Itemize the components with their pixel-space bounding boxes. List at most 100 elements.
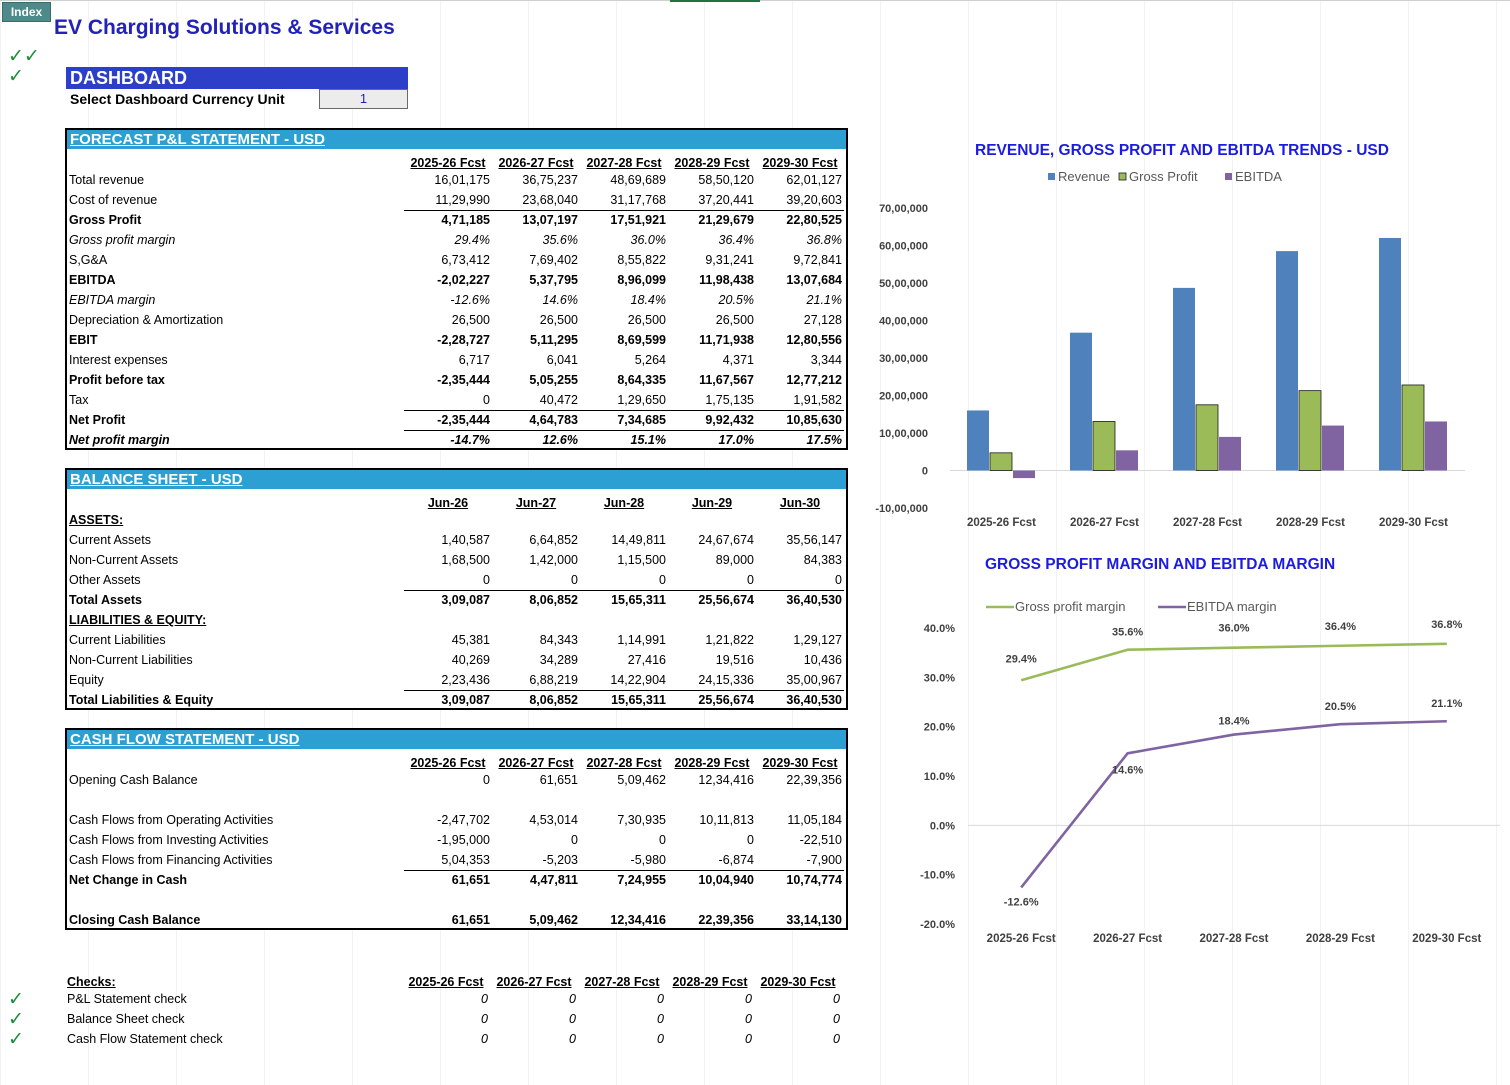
bar-revenue	[1070, 332, 1092, 471]
pl-cell: 27,128	[803, 313, 842, 327]
pl-cell: 11,71,938	[699, 333, 754, 347]
line-chart-x-tick: 2025-26 Fcst	[987, 933, 1056, 945]
checkmark-icon: ✓	[8, 66, 24, 87]
legend-swatch	[1048, 173, 1055, 180]
bs-cell	[668, 510, 756, 530]
bs-row-label: Total Assets	[69, 593, 142, 607]
cf-row-label: Opening Cash Balance	[69, 773, 198, 787]
bs-cell	[404, 510, 492, 530]
line-chart-y-tick: -10.0%	[920, 870, 955, 882]
pl-row-label: Profit before tax	[69, 373, 165, 387]
cf-row-label: Net Change in Cash	[69, 873, 188, 887]
cf-column-header: 2028-29 Fcst	[674, 756, 750, 770]
data-label: 35.6%	[1112, 627, 1143, 639]
checks-cell: 0	[745, 1032, 752, 1046]
bar-gross-profit	[1195, 404, 1219, 471]
pl-cell: 3,344	[810, 353, 842, 367]
bs-cell	[668, 610, 756, 630]
cf-cell: -6,874	[718, 852, 754, 867]
bs-header-label	[67, 489, 404, 510]
pl-cell: 26,500	[451, 313, 490, 327]
bs-row-label: Non-Current Liabilities	[69, 653, 193, 667]
pl-statement-section: FORECAST P&L STATEMENT - USD 2025-26 Fcs…	[65, 128, 848, 450]
cf-cell: 0	[483, 773, 490, 787]
pl-cell: 5,264	[634, 353, 666, 367]
bs-cell: 35,00,967	[786, 672, 842, 687]
pl-cell: -12.6%	[450, 293, 490, 307]
pl-cell: 18.4%	[630, 293, 666, 307]
cf-row-label: Cash Flows from Investing Activities	[69, 833, 269, 847]
index-button[interactable]: Index	[2, 2, 51, 22]
cf-cell: 10,04,940	[668, 869, 756, 890]
bs-row: Current Assets 1,40,587 6,64,852 14,49,811 2…	[67, 530, 844, 550]
pl-cell: 22,80,525	[756, 209, 844, 230]
bs-cell: 36,40,530	[756, 689, 844, 710]
bs-cell: 35,56,147	[786, 533, 842, 547]
bar-chart: -10,00,000 0 10,00,000 20,00,000 30,00,000 40…	[875, 169, 1465, 529]
cf-cell	[580, 790, 668, 810]
pl-cell: 26,500	[539, 313, 578, 327]
line-gross-profit-margin	[1020, 642, 1447, 682]
bar-chart-y-tick: 20,00,000	[879, 391, 928, 403]
bs-column-header: Jun-27	[515, 496, 557, 510]
currency-unit-input[interactable]: 1	[319, 89, 408, 109]
pl-cell: 5,11,295	[530, 333, 578, 347]
bar-chart-y-tick: 40,00,000	[879, 316, 928, 328]
legend-label: EBITDA margin	[1187, 599, 1277, 614]
pl-header-row: 2025-26 Fcst 2026-27 Fcst 2027-28 Fcst 2028…	[67, 149, 844, 170]
checks-cell: 0	[481, 1032, 488, 1046]
bs-column-header: Jun-26	[427, 496, 469, 510]
pl-row-label: Net profit margin	[69, 433, 170, 447]
bar-ebitda	[1425, 421, 1447, 471]
pl-row-label: S,G&A	[69, 253, 108, 267]
pl-cell: 5,05,255	[529, 373, 578, 387]
checks-row: P&L Statement check 0 0 0 0 0	[65, 989, 842, 1009]
checks-column-header: 2029-30 Fcst	[760, 975, 836, 989]
bs-row-label: Other Assets	[69, 573, 141, 587]
bs-cell: 36,40,530	[756, 589, 844, 610]
line-chart-y-tick: -20.0%	[920, 919, 955, 931]
bar-revenue	[1276, 251, 1298, 471]
bs-cell: 19,516	[715, 653, 754, 667]
checks-cell: 0	[569, 1032, 576, 1046]
cf-cell	[668, 790, 756, 810]
cf-row: Cash Flows from Investing Activities -1,9…	[67, 830, 844, 850]
cf-column-header: 2029-30 Fcst	[762, 756, 838, 770]
cf-cell: 7,24,955	[580, 869, 668, 890]
bar-chart-x-tick: 2029-30 Fcst	[1379, 517, 1448, 529]
pl-row-label: Net Profit	[69, 413, 126, 427]
double-checkmark-icon: ✓✓	[8, 46, 40, 67]
checks-row-label: Balance Sheet check	[67, 1012, 185, 1026]
cf-cell: 61,651	[451, 913, 490, 927]
pl-header-label	[67, 149, 404, 170]
checks-row: Cash Flow Statement check 0 0 0 0 0	[65, 1029, 842, 1049]
pl-cell: 21.1%	[806, 293, 842, 307]
cf-row: Cash Flows from Financing Activities 5,04…	[67, 850, 844, 870]
checks-column-header: 2027-28 Fcst	[584, 975, 660, 989]
checks-column-header: 2028-29 Fcst	[672, 975, 748, 989]
cf-row: Cash Flows from Operating Activities -2,4…	[67, 810, 844, 830]
pl-row: Net Profit -2,35,444 4,64,783 7,34,685 9,92,…	[67, 409, 844, 430]
legend-label: Gross profit margin	[1015, 599, 1126, 614]
pl-cell: 36.4%	[718, 233, 754, 247]
bs-cell: 1,21,822	[705, 633, 754, 647]
pl-cell: 0	[483, 392, 490, 407]
bar-revenue	[1379, 237, 1401, 471]
cf-cell: 61,651	[539, 773, 578, 787]
bar-gross-profit	[989, 452, 1013, 471]
line-chart-y-tick: 0.0%	[930, 820, 955, 832]
cf-cell	[492, 790, 580, 810]
cf-cell: 0	[571, 833, 578, 847]
bs-cell: 89,000	[715, 553, 754, 567]
pl-cell: 36,75,237	[522, 173, 578, 187]
bar-chart-x-tick: 2026-27 Fcst	[1070, 517, 1139, 529]
bs-cell: 3,09,087	[404, 689, 492, 710]
bs-row: Other Assets 0 0 0 0 0	[67, 570, 844, 590]
pl-cell: 17,51,921	[580, 209, 668, 230]
cf-row-label: Cash Flows from Operating Activities	[69, 813, 274, 827]
bar-chart-y-tick: 70,00,000	[879, 203, 928, 215]
pl-cell: 36.8%	[806, 233, 842, 247]
cf-row-label	[67, 890, 404, 910]
bs-cell	[492, 510, 580, 530]
checks-cell: 0	[481, 1012, 488, 1026]
